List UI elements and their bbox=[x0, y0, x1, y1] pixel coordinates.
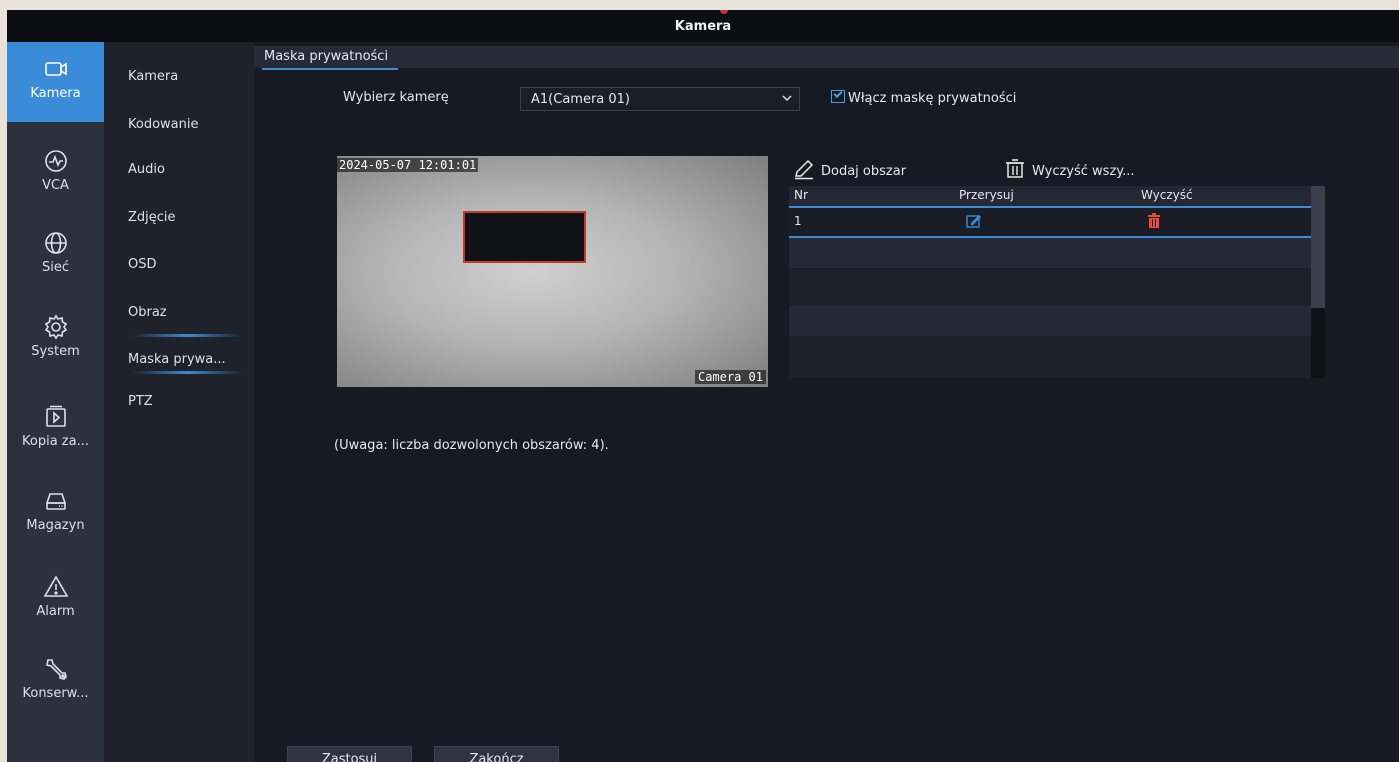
sidebar-item-storage[interactable]: Magazyn bbox=[7, 474, 104, 554]
enable-privacy-mask-label: Włącz maskę prywatności bbox=[848, 91, 1017, 106]
table-row-empty bbox=[789, 238, 1311, 268]
osd-camera-name: Camera 01 bbox=[694, 370, 766, 384]
window-title: Kamera bbox=[674, 19, 732, 34]
sidebar-item-label: Magazyn bbox=[26, 518, 85, 533]
edit-icon[interactable] bbox=[966, 214, 982, 228]
sidebar-item-camera[interactable]: Kamera bbox=[7, 42, 104, 122]
table-row-empty bbox=[789, 340, 1311, 370]
sidebar-item-label: Kamera bbox=[30, 86, 81, 101]
clear-all-button[interactable]: Wyczyść wszy... bbox=[1004, 158, 1135, 180]
storage-icon bbox=[43, 488, 69, 514]
sidebar-item-label: Kopia za... bbox=[22, 434, 89, 449]
exit-button[interactable]: Zakończ bbox=[434, 746, 559, 762]
enable-privacy-mask-checkbox[interactable]: Włącz maskę prywatności bbox=[831, 90, 1016, 106]
clear-all-label: Wyczyść wszy... bbox=[1032, 164, 1135, 179]
camera-submenu: Kamera Kodowanie Audio Zdjęcie OSD Obraz… bbox=[104, 42, 254, 762]
sidebar-item-network[interactable]: Sieć bbox=[7, 216, 104, 296]
privacy-mask-area[interactable] bbox=[463, 211, 586, 263]
vca-icon bbox=[43, 148, 69, 174]
camera-preview[interactable]: 2024-05-07 12:01:01 Camera 01 bbox=[337, 156, 768, 387]
apply-button[interactable]: Zastosuj bbox=[287, 746, 412, 762]
submenu-item-osd[interactable]: OSD bbox=[128, 257, 157, 272]
sidebar-item-label: VCA bbox=[42, 178, 69, 193]
table-row-empty bbox=[789, 272, 1311, 302]
submenu-item-audio[interactable]: Audio bbox=[128, 162, 165, 177]
table-scrollbar-thumb[interactable] bbox=[1311, 186, 1325, 308]
submenu-item-image[interactable]: Obraz bbox=[128, 305, 167, 320]
row-number: 1 bbox=[794, 214, 802, 228]
sidebar-item-label: System bbox=[31, 344, 80, 359]
active-indicator-bottom bbox=[132, 371, 242, 374]
sidebar-item-backup[interactable]: Kopia za... bbox=[7, 390, 104, 470]
chevron-down-icon bbox=[782, 95, 792, 102]
column-header-nr: Nr bbox=[794, 188, 808, 202]
add-area-button[interactable]: Dodaj obszar bbox=[793, 158, 906, 180]
sidebar-item-label: Sieć bbox=[41, 260, 69, 275]
camera-select-label: Wybierz kamerę bbox=[343, 90, 449, 105]
backup-icon bbox=[43, 404, 69, 430]
submenu-item-camera[interactable]: Kamera bbox=[128, 69, 178, 84]
active-indicator-top bbox=[132, 334, 242, 337]
submenu-item-snapshot[interactable]: Zdjęcie bbox=[128, 210, 176, 225]
checkbox-checked-icon bbox=[831, 90, 845, 103]
column-header-clear: Wyczyść bbox=[1141, 188, 1193, 202]
main-sidebar: Kamera VCA Sieć System Kopia za... Magaz… bbox=[7, 42, 104, 762]
camera-select-value: A1(Camera 01) bbox=[531, 92, 630, 107]
app-window: Kamera Kamera VCA Sieć System Kopia za..… bbox=[7, 10, 1399, 762]
wrench-icon bbox=[43, 656, 69, 682]
submenu-item-encoding[interactable]: Kodowanie bbox=[128, 117, 198, 132]
sidebar-item-vca[interactable]: VCA bbox=[7, 134, 104, 214]
submenu-item-ptz[interactable]: PTZ bbox=[128, 394, 153, 409]
submenu-item-privacy-mask[interactable]: Maska prywa... bbox=[128, 352, 226, 367]
globe-icon bbox=[43, 230, 69, 256]
camera-select[interactable]: A1(Camera 01) bbox=[520, 87, 800, 111]
gear-icon bbox=[43, 314, 69, 340]
table-row[interactable]: 1 bbox=[789, 208, 1311, 238]
table-row-empty bbox=[789, 306, 1311, 336]
osd-timestamp: 2024-05-07 12:01:01 bbox=[337, 158, 479, 172]
pencil-icon bbox=[795, 159, 814, 180]
table-header: Nr Przerysuj Wyczyść bbox=[789, 186, 1311, 208]
add-area-label: Dodaj obszar bbox=[821, 164, 907, 179]
status-dot bbox=[720, 10, 728, 14]
mask-area-table: Nr Przerysuj Wyczyść 1 bbox=[789, 186, 1325, 378]
tab-bar: Maska prywatności bbox=[254, 46, 1399, 70]
sidebar-item-maintenance[interactable]: Konserw... bbox=[7, 642, 104, 722]
alarm-icon bbox=[43, 574, 69, 600]
sidebar-item-alarm[interactable]: Alarm bbox=[7, 560, 104, 640]
title-bar: Kamera bbox=[7, 10, 1399, 42]
main-content: Maska prywatności Wybierz kamerę A1(Came… bbox=[254, 42, 1399, 762]
camera-icon bbox=[43, 56, 69, 82]
sidebar-item-system[interactable]: System bbox=[7, 300, 104, 380]
allowed-areas-note: (Uwaga: liczba dozwolonych obszarów: 4). bbox=[334, 438, 609, 453]
sidebar-item-label: Konserw... bbox=[22, 686, 89, 701]
delete-icon[interactable] bbox=[1146, 213, 1162, 229]
tab-privacy-mask[interactable]: Maska prywatności bbox=[262, 48, 399, 70]
column-header-redraw: Przerysuj bbox=[959, 188, 1014, 202]
sidebar-item-label: Alarm bbox=[36, 604, 75, 619]
trash-icon bbox=[1006, 159, 1024, 178]
